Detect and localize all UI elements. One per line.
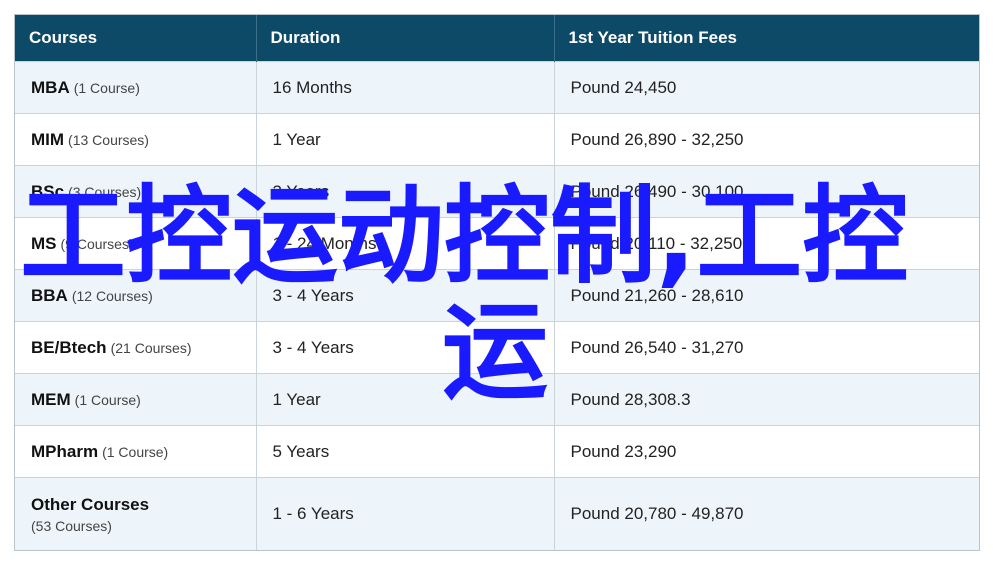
course-name: Other Courses [31,494,150,514]
table-row: MS (9 Courses) 1 - 24 Months Pound 20,110… [15,217,979,270]
course-cell: MEM (1 Course) [15,373,257,426]
course-cell: BBA (12 Courses) [15,269,257,322]
course-cell: MIM (13 Courses) [15,113,257,166]
header-row: Courses Duration 1st Year Tuition Fees [15,15,979,62]
course-name: BE/Btech [31,337,107,357]
course-count: (1 Course) [102,443,169,460]
course-cell: MBA (1 Course) [15,61,257,114]
course-name: MBA [31,77,70,97]
course-name: MEM [31,389,71,409]
table-row: MPharm (1 Course) 5 Years Pound 23,290 [15,425,979,478]
fees-cell: Pound 26,540 - 31,270 [554,321,979,374]
fees-cell: Pound 28,308.3 [554,373,979,426]
course-name: MIM [31,129,65,149]
course-name: BBA [31,285,68,305]
course-count: (13 Courses) [68,131,149,148]
fees-cell: Pound 21,260 - 28,610 [554,269,979,322]
duration-cell: 3 - 4 Years [256,321,555,374]
header-courses: Courses [15,15,257,62]
duration-cell: 1 - 24 Months [256,217,555,270]
fees-cell: Pound 24,450 [554,61,979,114]
course-cell: BE/Btech (21 Courses) [15,321,257,374]
table-row: MEM (1 Course) 1 Year Pound 28,308.3 [15,373,979,426]
duration-cell: 3 Years [256,165,555,218]
table-header: Courses Duration 1st Year Tuition Fees [15,15,979,62]
course-cell: Other Courses (53 Courses) [15,477,257,550]
table-row: MIM (13 Courses) 1 Year Pound 26,890 - 32… [15,113,979,166]
fees-cell: Pound 26,890 - 32,250 [554,113,979,166]
course-fees-table-container: Courses Duration 1st Year Tuition Fees M… [14,14,980,551]
course-name: BSc [31,181,65,201]
course-name: MPharm [31,441,99,461]
course-count: (9 Courses) [60,235,134,252]
duration-cell: 1 Year [256,113,555,166]
course-count: (12 Courses) [71,287,153,304]
table-row: BBA (12 Courses) 3 - 4 Years Pound 21,260… [15,269,979,322]
course-cell: MS (9 Courses) [15,217,257,270]
fees-cell: Pound 26,490 - 30,100 [554,165,979,218]
duration-cell: 1 - 6 Years [256,477,555,550]
table-row: BE/Btech (21 Courses) 3 - 4 Years Pound 2… [15,321,979,374]
course-fees-table: Courses Duration 1st Year Tuition Fees M… [15,15,979,550]
header-duration: Duration [256,15,555,62]
table-row: Other Courses (53 Courses) 1 - 6 Years Po… [15,477,979,550]
header-fees: 1st Year Tuition Fees [554,15,979,62]
duration-cell: 5 Years [256,425,555,478]
course-count: (53 Courses) [31,517,112,534]
table-row: BSc (3 Courses) 3 Years Pound 26,490 - 30… [15,165,979,218]
course-count: (3 Courses) [68,183,142,200]
fees-cell: Pound 20,780 - 49,870 [554,477,979,550]
duration-cell: 3 - 4 Years [256,269,555,322]
duration-cell: 1 Year [256,373,555,426]
course-count: (1 Course) [73,79,140,96]
duration-cell: 16 Months [256,61,555,114]
fees-cell: Pound 23,290 [554,425,979,478]
course-cell: BSc (3 Courses) [15,165,257,218]
course-name: MS [31,233,57,253]
course-count: (1 Course) [74,391,141,408]
course-cell: MPharm (1 Course) [15,425,257,478]
course-count: (21 Courses) [110,339,192,356]
fees-cell: Pound 20,110 - 32,250 [554,217,979,270]
table-row: MBA (1 Course) 16 Months Pound 24,450 [15,61,979,114]
table-body: MBA (1 Course) 16 Months Pound 24,450 MIM… [15,61,979,550]
